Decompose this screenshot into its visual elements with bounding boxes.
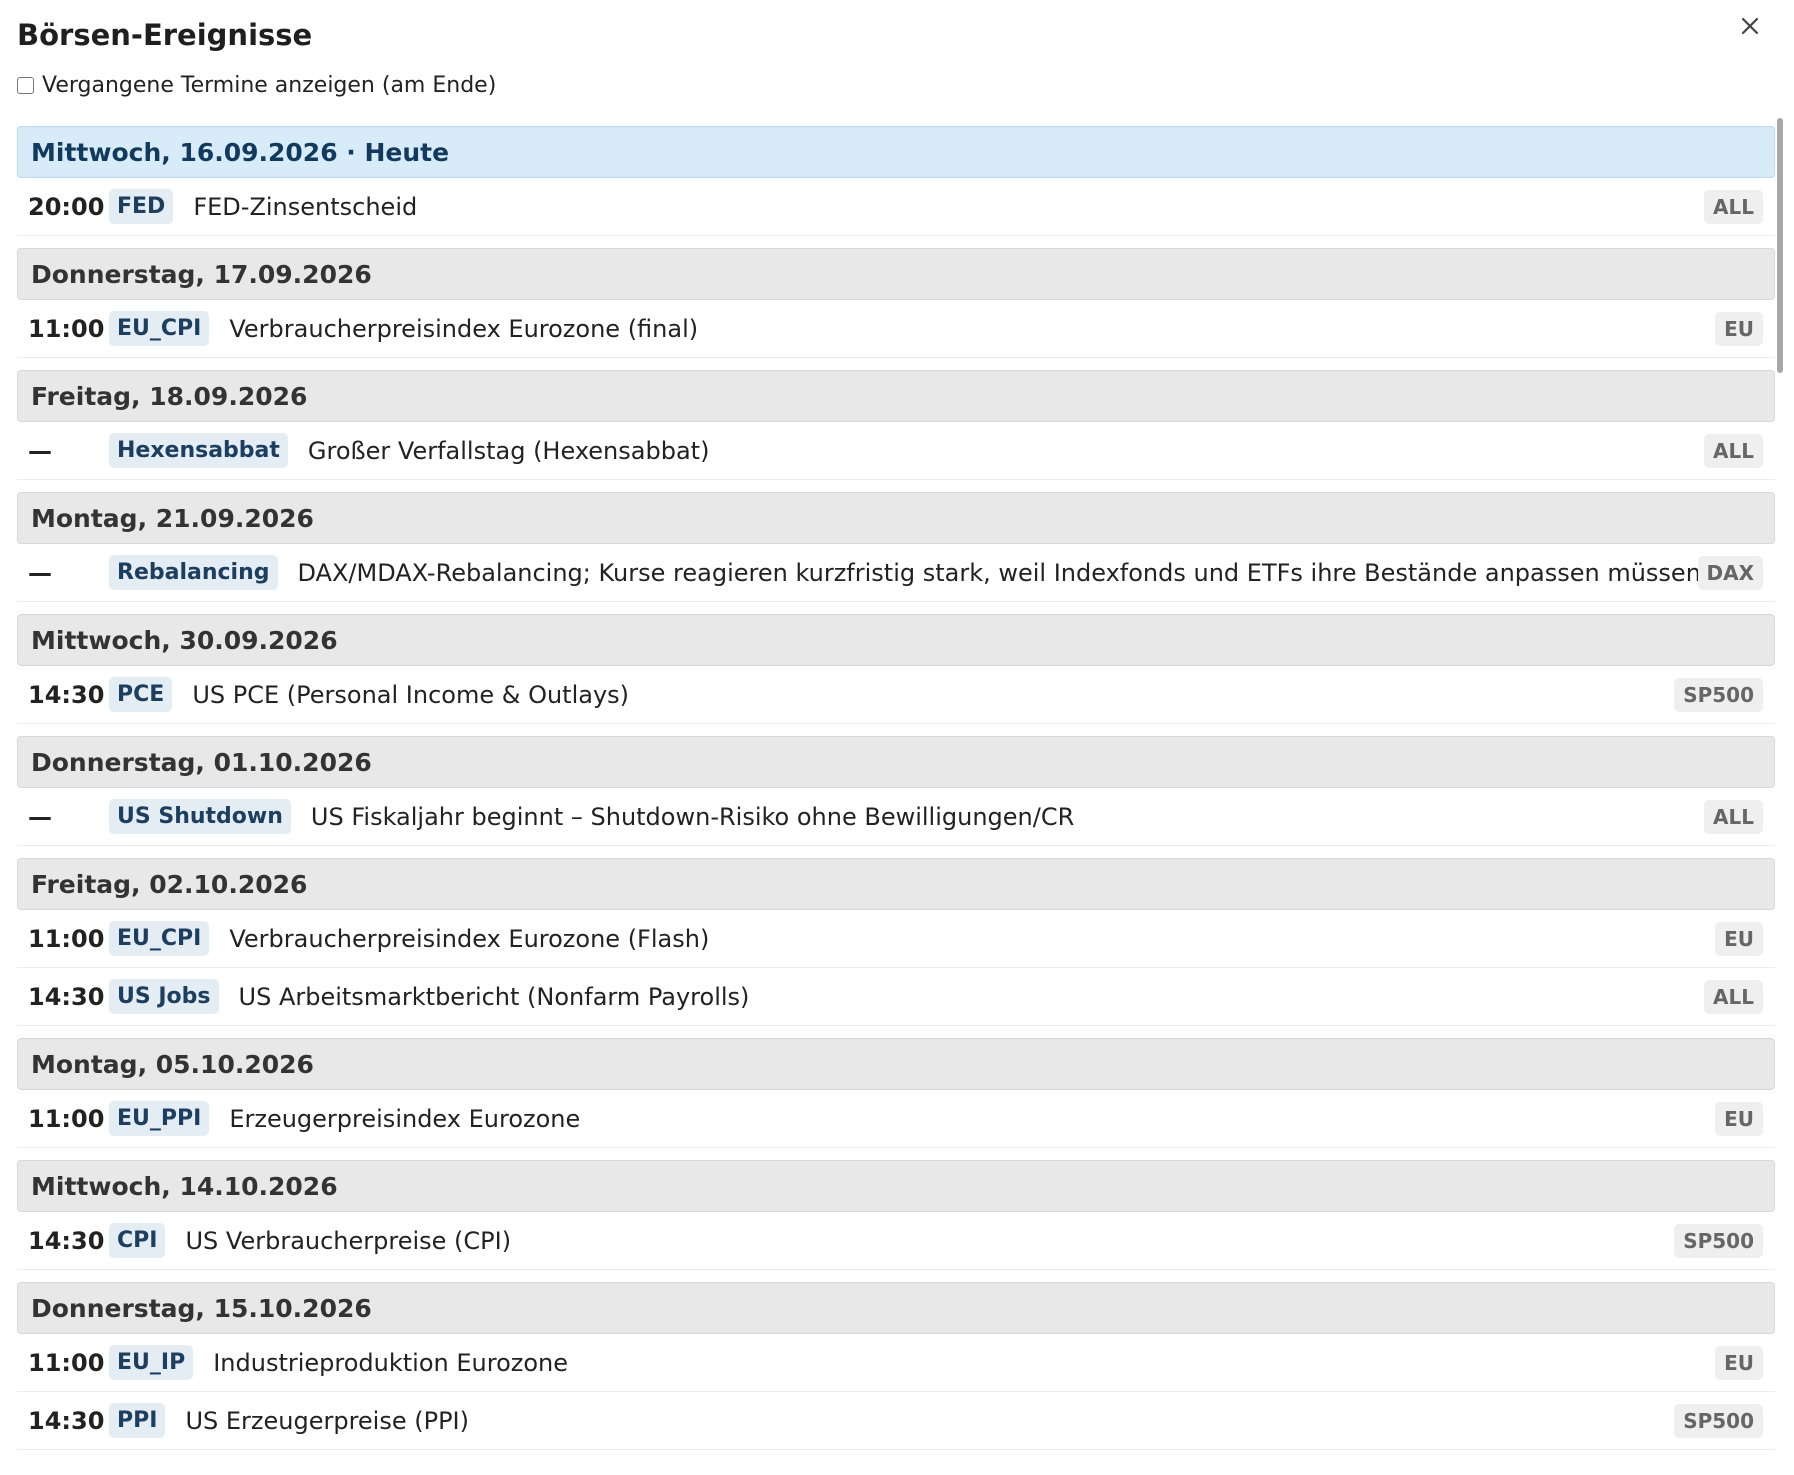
event-scope-badge: SP500 (1674, 677, 1763, 712)
event-tag-badge: PCE (109, 677, 173, 712)
event-scope-badge: EU (1715, 1101, 1763, 1136)
event-tag-badge: PPI (109, 1403, 166, 1438)
event-tag-badge: Hexensabbat (109, 433, 288, 468)
event-row[interactable]: 14:30 PCE US PCE (Personal Income & Outl… (17, 666, 1775, 724)
show-past-toggle[interactable]: Vergangene Termine anzeigen (am Ende) (17, 71, 496, 99)
event-description: Großer Verfallstag (Hexensabbat) (307, 436, 710, 465)
event-description: FED-Zinsentscheid (193, 192, 418, 221)
close-icon (1741, 17, 1759, 35)
event-row[interactable]: 11:00 EU_CPI Verbraucherpreisindex Euroz… (17, 300, 1775, 358)
event-row[interactable]: 11:00 EU_CPI Verbraucherpreisindex Euroz… (17, 910, 1775, 968)
event-description: Verbraucherpreisindex Eurozone (Flash) (229, 924, 710, 953)
event-row[interactable]: — Hexensabbat Großer Verfallstag (Hexens… (17, 422, 1775, 480)
day-header: Montag, 21.09.2026 (17, 492, 1775, 544)
day-group: Montag, 21.09.2026 — Rebalancing DAX/MDA… (17, 492, 1775, 602)
event-row[interactable]: 11:00 EU_PPI Erzeugerpreisindex Eurozone… (17, 1090, 1775, 1148)
event-description: US Fiskaljahr beginnt – Shutdown-Risiko … (310, 802, 1075, 831)
show-past-checkbox[interactable] (17, 76, 34, 94)
event-time: 14:30 (28, 1406, 105, 1435)
event-description: DAX/MDAX-Rebalancing; Kurse reagieren ku… (297, 558, 1701, 587)
event-description: Erzeugerpreisindex Eurozone (229, 1104, 581, 1133)
event-row[interactable]: 14:30 US Jobs US Arbeitsmarktbericht (No… (17, 968, 1775, 1026)
event-time: 14:30 (28, 982, 105, 1011)
event-row[interactable]: 11:00 EU_IP Industrieproduktion Eurozone… (17, 1334, 1775, 1392)
event-time: — (28, 558, 52, 587)
day-header: Mittwoch, 14.10.2026 (17, 1160, 1775, 1212)
event-scope-badge: ALL (1704, 189, 1763, 224)
event-tag-badge: US Shutdown (109, 799, 291, 834)
day-header: Donnerstag, 01.10.2026 (17, 736, 1775, 788)
event-tag-badge: FED (109, 189, 174, 224)
event-description: US Erzeugerpreise (PPI) (185, 1406, 469, 1435)
event-row[interactable]: — Rebalancing DAX/MDAX-Rebalancing; Kurs… (17, 544, 1775, 602)
events-dialog: Börsen-Ereignisse Vergangene Termine anz… (0, 0, 1794, 1475)
day-group: Freitag, 18.09.2026 — Hexensabbat Großer… (17, 370, 1775, 480)
event-scope-badge: DAX (1697, 555, 1763, 590)
day-header: Donnerstag, 17.09.2026 (17, 248, 1775, 300)
day-header: Freitag, 02.10.2026 (17, 858, 1775, 910)
day-group: Donnerstag, 15.10.2026 11:00 EU_IP Indus… (17, 1282, 1775, 1450)
event-scope-badge: SP500 (1674, 1403, 1763, 1438)
event-time: 11:00 (28, 924, 105, 953)
day-header: Mittwoch, 30.09.2026 (17, 614, 1775, 666)
event-tag-badge: EU_CPI (109, 311, 210, 346)
event-scope-badge: ALL (1704, 433, 1763, 468)
event-scope-badge: ALL (1704, 799, 1763, 834)
event-description: Verbraucherpreisindex Eurozone (final) (229, 314, 699, 343)
event-description: US Verbraucherpreise (CPI) (185, 1226, 512, 1255)
event-tag-badge: EU_PPI (109, 1101, 210, 1136)
event-description: Industrieproduktion Eurozone (213, 1348, 569, 1377)
day-group: Montag, 05.10.2026 11:00 EU_PPI Erzeuger… (17, 1038, 1775, 1148)
day-group: Donnerstag, 17.09.2026 11:00 EU_CPI Verb… (17, 248, 1775, 358)
list-scrollbar[interactable] (1777, 118, 1783, 373)
day-header: Montag, 05.10.2026 (17, 1038, 1775, 1090)
events-list[interactable]: Mittwoch, 16.09.2026 · Heute 20:00 FED F… (17, 126, 1775, 1450)
event-tag-badge: CPI (109, 1223, 166, 1258)
event-time: 11:00 (28, 1348, 105, 1377)
event-time: 14:30 (28, 1226, 105, 1255)
event-row[interactable]: 20:00 FED FED-Zinsentscheid ALL (17, 178, 1775, 236)
event-description: US PCE (Personal Income & Outlays) (192, 680, 630, 709)
event-scope-badge: EU (1715, 1345, 1763, 1380)
event-scope-badge: SP500 (1674, 1223, 1763, 1258)
event-time: — (28, 436, 52, 465)
day-group: Mittwoch, 16.09.2026 · Heute 20:00 FED F… (17, 126, 1775, 236)
event-row[interactable]: 14:30 PPI US Erzeugerpreise (PPI) SP500 (17, 1392, 1775, 1450)
event-scope-badge: ALL (1704, 979, 1763, 1014)
event-scope-badge: EU (1715, 921, 1763, 956)
day-group: Mittwoch, 30.09.2026 14:30 PCE US PCE (P… (17, 614, 1775, 724)
day-group: Donnerstag, 01.10.2026 — US Shutdown US … (17, 736, 1775, 846)
event-tag-badge: Rebalancing (109, 555, 278, 590)
close-button[interactable] (1732, 8, 1768, 44)
event-tag-badge: EU_IP (109, 1345, 194, 1380)
day-group: Mittwoch, 14.10.2026 14:30 CPI US Verbra… (17, 1160, 1775, 1270)
event-row[interactable]: 14:30 CPI US Verbraucherpreise (CPI) SP5… (17, 1212, 1775, 1270)
event-tag-badge: EU_CPI (109, 921, 210, 956)
event-time: — (28, 802, 52, 831)
event-time: 20:00 (28, 192, 105, 221)
event-tag-badge: US Jobs (109, 979, 219, 1014)
day-header: Freitag, 18.09.2026 (17, 370, 1775, 422)
day-header-today: Mittwoch, 16.09.2026 · Heute (17, 126, 1775, 178)
day-header: Donnerstag, 15.10.2026 (17, 1282, 1775, 1334)
event-row[interactable]: — US Shutdown US Fiskaljahr beginnt – Sh… (17, 788, 1775, 846)
event-scope-badge: EU (1715, 311, 1763, 346)
event-time: 11:00 (28, 314, 105, 343)
day-group: Freitag, 02.10.2026 11:00 EU_CPI Verbrau… (17, 858, 1775, 1026)
event-time: 11:00 (28, 1104, 105, 1133)
show-past-label: Vergangene Termine anzeigen (am Ende) (42, 72, 497, 98)
event-description: US Arbeitsmarktbericht (Nonfarm Payrolls… (238, 982, 750, 1011)
event-time: 14:30 (28, 680, 105, 709)
dialog-title: Börsen-Ereignisse (17, 18, 313, 52)
